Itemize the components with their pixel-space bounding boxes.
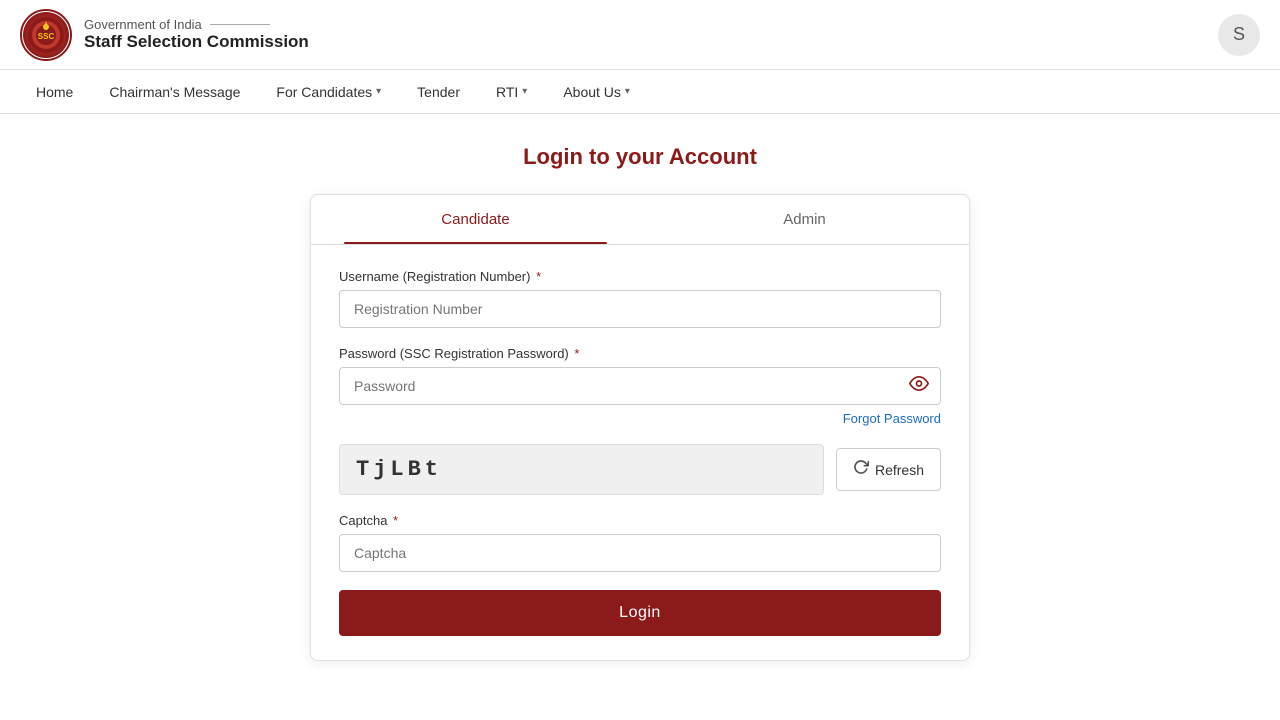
captcha-label: Captcha * — [339, 513, 941, 528]
username-label: Username (Registration Number) * — [339, 269, 941, 284]
captcha-row: TjLBt Refresh — [339, 444, 941, 495]
nav-chairmans-message[interactable]: Chairman's Message — [93, 74, 256, 110]
username-required: * — [532, 269, 541, 284]
header-text: Government of India Staff Selection Comm… — [84, 17, 309, 52]
page-title: Login to your Account — [523, 144, 757, 170]
logo: SSC — [20, 9, 72, 61]
username-input[interactable] — [339, 290, 941, 328]
captcha-input-group: Captcha * — [339, 513, 941, 572]
tab-admin[interactable]: Admin — [640, 195, 969, 244]
refresh-button[interactable]: Refresh — [836, 448, 941, 491]
logo-inner: SSC — [23, 12, 69, 58]
login-card: Candidate Admin Username (Registration N… — [310, 194, 970, 661]
nav-home[interactable]: Home — [20, 74, 89, 110]
tab-candidate[interactable]: Candidate — [311, 195, 640, 244]
password-wrapper — [339, 367, 941, 405]
nav-about-us[interactable]: About Us ▾ — [547, 74, 646, 110]
navbar: Home Chairman's Message For Candidates ▾… — [0, 70, 1280, 114]
refresh-label: Refresh — [875, 462, 924, 478]
user-avatar[interactable]: S — [1218, 14, 1260, 56]
login-form: Username (Registration Number) * Passwor… — [311, 269, 969, 636]
password-group: Password (SSC Registration Password) * F… — [339, 346, 941, 426]
refresh-icon — [853, 459, 869, 480]
nav-for-candidates[interactable]: For Candidates ▾ — [260, 74, 397, 110]
username-group: Username (Registration Number) * — [339, 269, 941, 328]
login-button[interactable]: Login — [339, 590, 941, 636]
org-title: Staff Selection Commission — [84, 32, 309, 52]
rti-arrow: ▾ — [522, 86, 527, 97]
captcha-image: TjLBt — [339, 444, 824, 495]
svg-text:SSC: SSC — [38, 32, 55, 41]
gov-label: Government of India — [84, 17, 309, 32]
password-label: Password (SSC Registration Password) * — [339, 346, 941, 361]
main-content: Login to your Account Candidate Admin Us… — [0, 114, 1280, 691]
nav-rti[interactable]: RTI ▾ — [480, 74, 543, 110]
captcha-required: * — [389, 513, 398, 528]
password-input[interactable] — [339, 367, 941, 405]
header: SSC Government of India Staff Selection … — [0, 0, 1280, 70]
captcha-input[interactable] — [339, 534, 941, 572]
for-candidates-arrow: ▾ — [376, 86, 381, 97]
login-tabs: Candidate Admin — [311, 195, 969, 245]
about-us-arrow: ▾ — [625, 86, 630, 97]
header-left: SSC Government of India Staff Selection … — [20, 9, 309, 61]
forgot-password-link[interactable]: Forgot Password — [339, 411, 941, 426]
password-required: * — [571, 346, 580, 361]
user-initial: S — [1233, 24, 1245, 45]
nav-tender[interactable]: Tender — [401, 74, 476, 110]
toggle-password-icon[interactable] — [909, 374, 929, 399]
